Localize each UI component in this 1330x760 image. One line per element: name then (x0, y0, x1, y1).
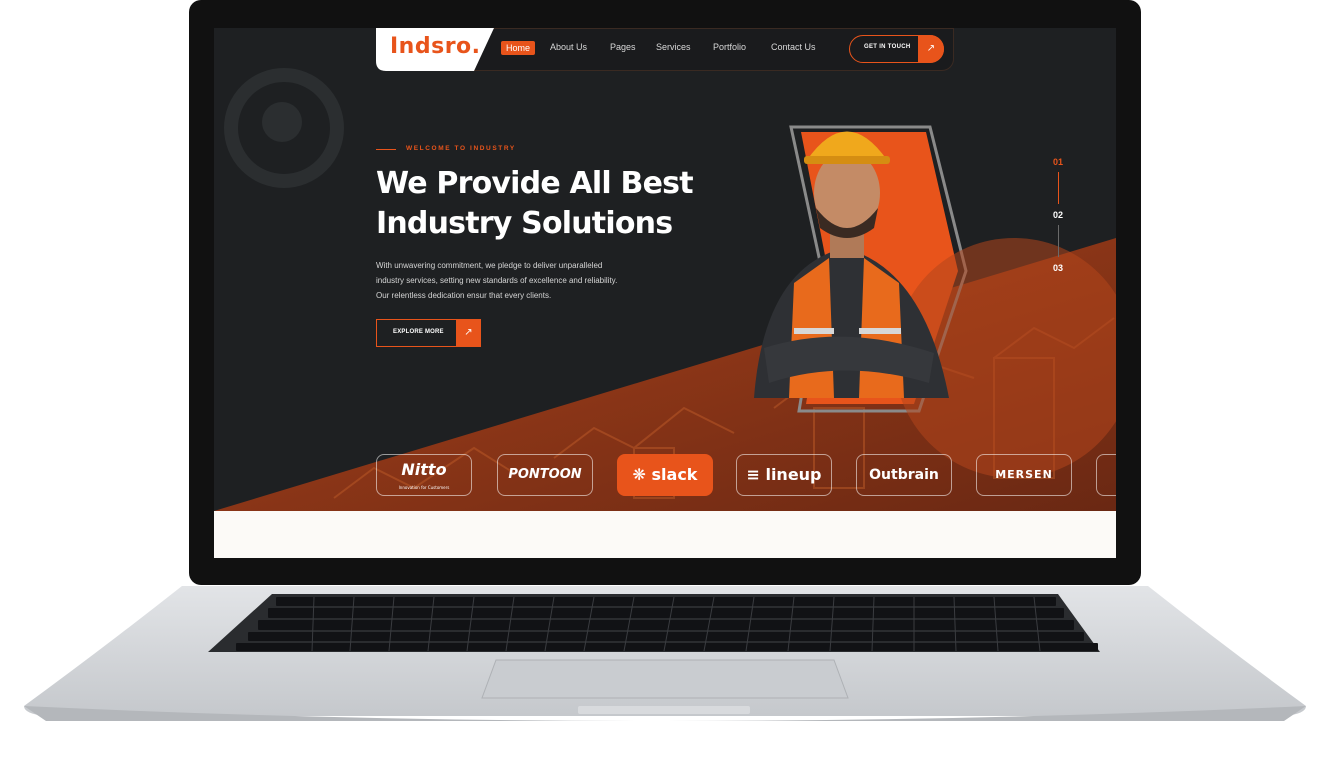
brand-slack-label: slack (651, 465, 698, 484)
arrow-up-right-icon[interactable]: ↗ (456, 319, 481, 347)
site-logo[interactable]: Indsro. (390, 34, 481, 59)
worker-image (754, 131, 949, 398)
brand-lineup-label: lineup (765, 465, 822, 484)
kicker-line (376, 149, 396, 150)
brand-lineup[interactable]: ≡ lineup (736, 454, 832, 496)
hero-title-line2: Industry Solutions (376, 206, 673, 241)
laptop-screen: Indsro. Home About Us Pages Services Por… (214, 28, 1116, 558)
pager-item-03[interactable]: 03 (1053, 263, 1063, 273)
brand-nitto-label: Nitto (401, 460, 447, 479)
nav-item-about[interactable]: About Us (550, 42, 587, 52)
next-section (214, 511, 1116, 558)
pager-line (1058, 225, 1059, 257)
get-in-touch-label: GET IN TOUCH (864, 44, 911, 50)
brand-nitto[interactable]: Nitto Innovation for Customers (376, 454, 472, 496)
lineup-icon: ≡ (746, 465, 760, 484)
hero-paragraph-line2: industry services, setting new standards… (376, 276, 618, 285)
hero-title: We Provide All Best Industry Solutions (376, 164, 706, 244)
brand-pontoon[interactable]: PONTOON (497, 454, 593, 496)
pager-item-02[interactable]: 02 (1053, 210, 1063, 220)
brand-nitto-tagline: Innovation for Customers (398, 485, 450, 490)
nav-item-portfolio[interactable]: Portfolio (713, 42, 746, 52)
brand-outbrain[interactable]: Outbrain (856, 454, 952, 496)
explore-more-label: EXPLORE MORE (393, 329, 444, 335)
brand-slack[interactable]: ❋ slack (617, 454, 713, 496)
brand-next-partial[interactable] (1096, 454, 1116, 496)
pager-item-01[interactable]: 01 (1053, 157, 1063, 167)
hero-title-line1: We Provide All Best (376, 166, 694, 201)
nav-item-contact[interactable]: Contact Us (771, 42, 816, 52)
hero-paragraph: With unwavering commitment, we pledge to… (376, 258, 676, 303)
pager-active-line (1058, 172, 1059, 204)
brand-mersen[interactable]: MERSEN (976, 454, 1072, 496)
hero-kicker: WELCOME TO INDUSTRY (406, 145, 516, 152)
laptop-base (24, 586, 1306, 721)
nav-item-pages[interactable]: Pages (610, 42, 636, 52)
hero-paragraph-line1: With unwavering commitment, we pledge to… (376, 261, 603, 270)
nav-item-home[interactable]: Home (501, 41, 536, 55)
nav-item-services[interactable]: Services (656, 42, 691, 52)
hero-paragraph-line3: Our relentless dedication ensur that eve… (376, 291, 552, 300)
slack-icon: ❋ (632, 465, 646, 484)
